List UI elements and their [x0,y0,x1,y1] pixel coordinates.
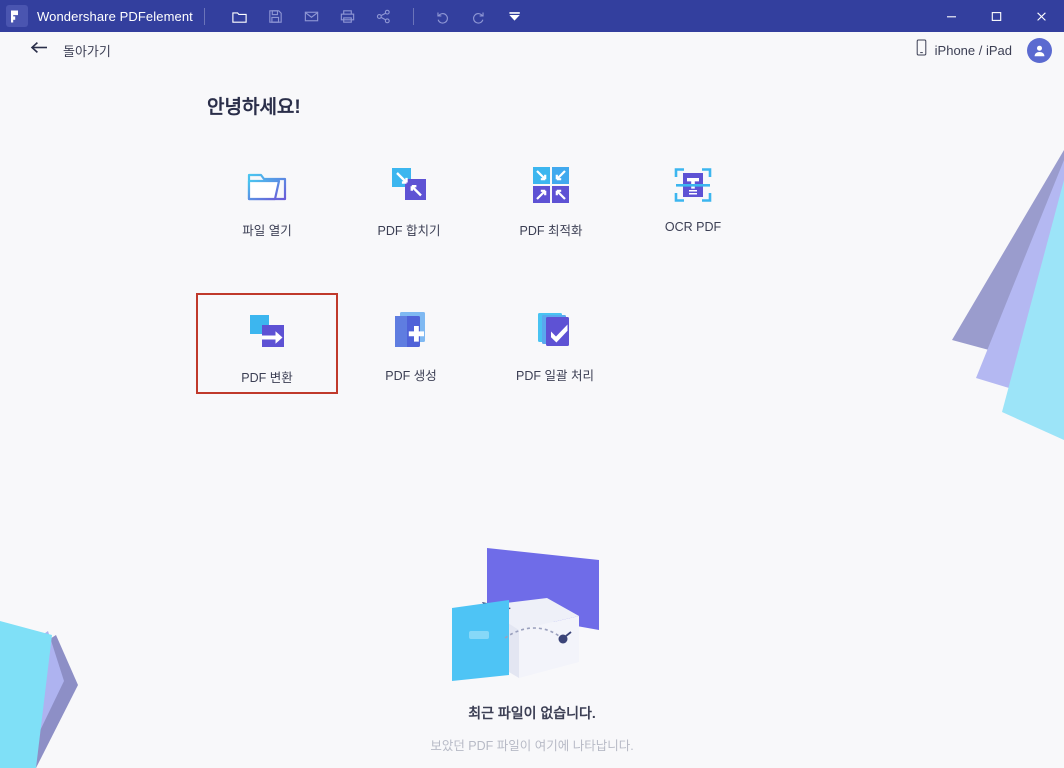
share-icon[interactable] [369,3,399,29]
tile-create-pdf[interactable]: PDF 생성 [340,293,482,394]
sub-header: 돌아가기 iPhone / iPad [0,32,1064,68]
back-button[interactable]: 돌아가기 [30,40,111,60]
ocr-pdf-icon [670,162,716,208]
quick-actions-row-2: PDF 변환 PDF 생성 PDF 일괄 처리 [196,293,816,394]
save-icon[interactable] [261,3,291,29]
tile-label: OCR PDF [664,220,722,234]
tile-optimize-pdf[interactable]: PDF 최적화 [480,148,622,249]
tile-label: PDF 일괄 처리 [516,369,594,383]
empty-state-subtitle: 보았던 PDF 파일이 여기에 나타납니다. [430,739,634,753]
create-pdf-icon [388,307,434,353]
recent-files-empty-state: 최근 파일이 없습니다. 보았던 PDF 파일이 여기에 나타납니다. [0,538,1064,754]
device-indicator[interactable]: iPhone / iPad [916,32,1012,68]
device-label: iPhone / iPad [934,42,1012,58]
maximize-icon[interactable] [974,0,1019,32]
optimize-pdf-icon [528,162,574,208]
tile-ocr-pdf[interactable]: OCR PDF [622,148,764,249]
tile-label: PDF 생성 [385,369,437,383]
folder-open-icon [244,162,290,208]
empty-box-illustration [0,538,1064,683]
print-icon[interactable] [333,3,363,29]
close-icon[interactable] [1019,0,1064,32]
tile-label: PDF 합치기 [377,224,441,238]
tile-open-file[interactable]: 파일 열기 [196,148,338,249]
window-controls [929,0,1064,32]
tile-label: PDF 변환 [241,371,293,385]
tile-batch-pdf[interactable]: PDF 일괄 처리 [484,293,626,394]
toolbar-divider-2 [412,7,414,25]
pdfelement-logo-icon [6,5,28,27]
back-label: 돌아가기 [63,43,111,59]
batch-pdf-icon [532,307,578,353]
minimize-icon[interactable] [929,0,974,32]
title-bar: Wondershare PDFelement [0,0,1064,32]
tile-merge-pdf[interactable]: PDF 합치기 [338,148,480,249]
empty-state-title: 최근 파일이 없습니다. [468,705,596,721]
email-icon[interactable] [297,3,327,29]
main-content: 안녕하세요! 파일 열기 PDF 합치기 PDF 최적화 OCR PDF PDF… [0,68,1064,768]
title-toolbar [222,3,533,29]
quick-actions: 파일 열기 PDF 합치기 PDF 최적화 OCR PDF PDF 변환 PDF… [196,148,816,394]
toolbar-divider-1 [203,7,205,25]
quick-actions-row-1: 파일 열기 PDF 합치기 PDF 최적화 OCR PDF [196,148,816,249]
tile-label: 파일 열기 [242,224,292,238]
tile-label: PDF 최적화 [519,224,583,238]
user-avatar-icon[interactable] [1027,38,1052,63]
dropdown-icon[interactable] [500,3,530,29]
pdfelement-window: Wondershare PDFelement 돌아가기 iPhone / iPa… [0,0,1064,768]
mobile-device-icon [916,39,927,61]
redo-icon[interactable] [464,3,494,29]
page-title: 안녕하세요! [207,97,301,118]
app-title: Wondershare PDFelement [37,8,193,24]
convert-pdf-icon [244,309,290,355]
merge-pdf-icon [386,162,432,208]
undo-icon[interactable] [428,3,458,29]
tile-convert-pdf[interactable]: PDF 변환 [196,293,338,394]
open-file-icon[interactable] [225,3,255,29]
arrow-left-icon [30,40,49,60]
